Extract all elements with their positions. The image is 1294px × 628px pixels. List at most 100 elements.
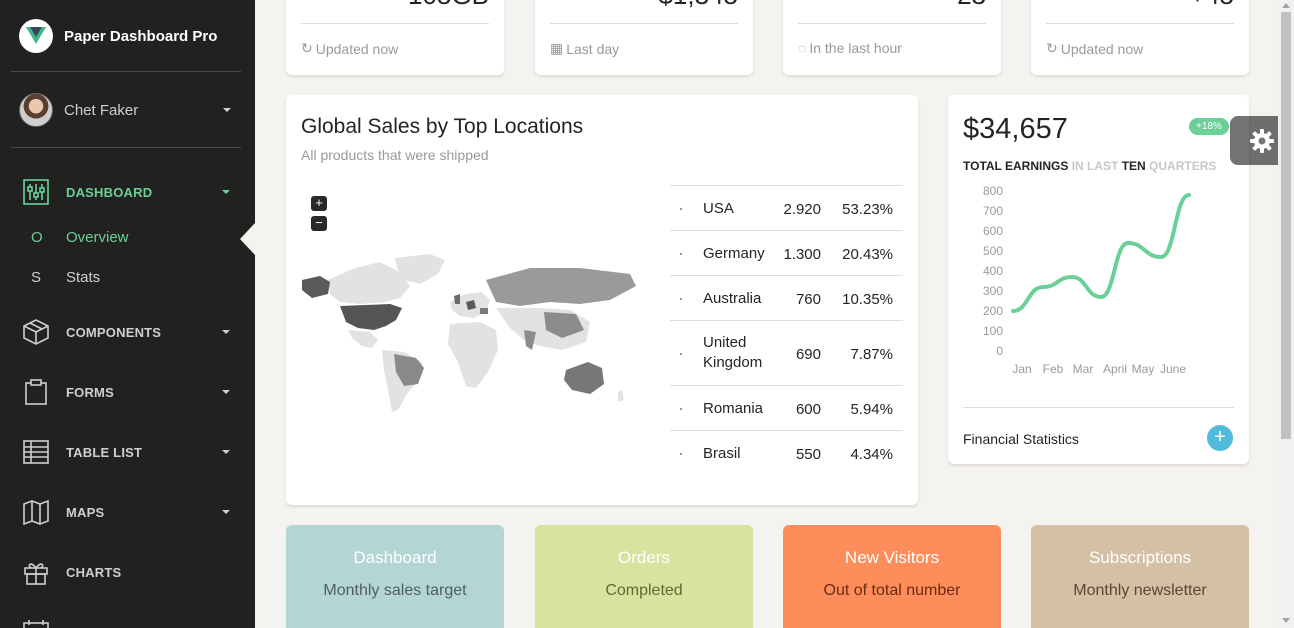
chevron-down-icon (222, 390, 230, 394)
sidebar-subitem-stats[interactable]: S Stats (31, 269, 100, 286)
stat-footer-text: Updated now (315, 40, 399, 57)
stat-card-revenue: $1,345 ▦Last day (535, 0, 753, 75)
earnings-label-part: QUARTERS (1149, 159, 1217, 173)
refresh-icon: ↻ (301, 40, 313, 56)
divider (963, 407, 1234, 408)
card-title: Orders (618, 548, 670, 567)
new-visitors-card[interactable]: New Visitors Out of total number (783, 525, 1001, 628)
stat-card-errors: 23 ◌In the last hour (783, 0, 1001, 75)
map-region-africa (448, 322, 498, 388)
sidebar-subitem-label: Stats (66, 269, 101, 286)
x-tick-label: Mar (1073, 362, 1094, 376)
y-tick-label: 800 (983, 184, 1003, 198)
card-title: Dashboard (353, 548, 437, 567)
sidebar-item-label: CHARTS (66, 564, 122, 580)
stat-footer: ↻ Updated now (1046, 40, 1143, 57)
sidebar-item-label: TABLE LIST (66, 444, 143, 460)
sidebar-item-table-list[interactable]: TABLE LIST (23, 437, 237, 467)
stat-value: 105GB (408, 0, 489, 11)
card-subtitle: Monthly sales target (323, 582, 467, 599)
sidebar-subitem-mini: O (31, 229, 43, 246)
stat-value: +45 (1190, 0, 1234, 11)
map-region-alaska (302, 276, 330, 298)
flag-icon (680, 208, 682, 210)
map-region-australia (564, 362, 604, 394)
brand-logo[interactable]: Paper Dashboard Pro (19, 19, 217, 53)
country-percent: 53.23% (842, 200, 893, 218)
table-row: Germany 1.300 20.43% (670, 230, 903, 275)
country-count: 760 (795, 290, 821, 308)
scroll-down-icon[interactable] (1282, 618, 1290, 623)
stat-footer: ▦ Last day (550, 40, 619, 57)
table-row: United Kingdom 690 7.87% (670, 320, 903, 385)
country-count: 690 (795, 345, 821, 363)
brand-name: Paper Dashboard Pro (64, 27, 218, 45)
sidebar-item-label: FORMS (66, 384, 114, 400)
clipboard-icon (23, 379, 49, 405)
country-name: Brasil (703, 445, 741, 462)
table-row: Australia 760 10.35% (670, 275, 903, 320)
y-tick-label: 300 (983, 284, 1003, 298)
stat-card-capacity: 105GB ↻Updated now (286, 0, 504, 75)
financial-statistics-label: Financial Statistics (963, 431, 1079, 447)
earnings-label: TOTAL EARNINGS IN LAST TEN QUARTERS (963, 159, 1216, 173)
map-icon (23, 499, 49, 525)
x-tick-label: April (1103, 362, 1127, 376)
earnings-series-line (1011, 193, 1191, 313)
sidebar-item-components[interactable]: COMPONENTS (23, 317, 237, 347)
zoom-out-button[interactable]: − (311, 216, 327, 231)
user-name: Chet Faker (64, 101, 139, 119)
sidebar-item-label: DASHBOARD (66, 184, 153, 200)
sidebar-item-partial[interactable] (23, 617, 237, 628)
sliders-icon (23, 179, 49, 205)
country-percent: 7.87% (850, 345, 893, 363)
earnings-label-part: IN LAST (1071, 159, 1119, 173)
locations-table: USA 2.920 53.23% Germany 1.300 20.43% Australi… (670, 185, 903, 475)
scroll-thumb[interactable] (1281, 12, 1291, 439)
x-tick-label: June (1160, 362, 1186, 376)
dashboard-card[interactable]: Dashboard Monthly sales target (286, 525, 504, 628)
country-count: 2.920 (783, 200, 821, 218)
divider (1046, 23, 1234, 24)
country-percent: 4.34% (850, 445, 893, 463)
table-row: Brasil 550 4.34% (670, 430, 903, 475)
sidebar-item-maps[interactable]: MAPS (23, 497, 237, 527)
sidebar-subitem-label: Overview (66, 229, 129, 246)
stat-footer-text: In the last hour (809, 40, 902, 56)
stat-footer-text: Updated now (1060, 40, 1144, 57)
card-title: Global Sales by Top Locations (301, 115, 584, 138)
sidebar-item-forms[interactable]: FORMS (23, 377, 237, 407)
sidebar-subitem-overview[interactable]: O Overview (31, 229, 129, 246)
flag-icon (680, 253, 682, 255)
country-name: Germany (703, 245, 765, 262)
orders-card[interactable]: Orders Completed (535, 525, 753, 628)
sidebar-item-charts[interactable]: CHARTS (23, 557, 237, 587)
calendar-icon: ▦ (550, 40, 564, 56)
world-map[interactable] (300, 250, 640, 420)
table-row: USA 2.920 53.23% (670, 185, 903, 230)
flag-icon (680, 408, 682, 410)
country-name: United Kingdom (703, 334, 763, 371)
global-sales-card: Global Sales by Top Locations All produc… (286, 95, 918, 505)
sidebar-item-dashboard[interactable]: DASHBOARD (23, 177, 237, 207)
calendar-icon (23, 619, 49, 628)
table-icon (23, 439, 49, 465)
y-tick-label: 0 (996, 344, 1003, 358)
subscriptions-card[interactable]: Subscriptions Monthly newsletter (1031, 525, 1249, 628)
x-tick-label: Jan (1012, 362, 1031, 376)
page-scrollbar[interactable] (1278, 0, 1294, 628)
y-tick-label: 700 (983, 204, 1003, 218)
scroll-up-icon[interactable] (1282, 3, 1290, 8)
user-menu[interactable]: Chet Faker (19, 93, 241, 127)
add-button[interactable]: + (1207, 425, 1233, 451)
card-subtitle: Monthly newsletter (1073, 582, 1207, 599)
flag-icon (680, 353, 682, 355)
zoom-in-button[interactable]: + (311, 196, 327, 211)
card-title: New Visitors (844, 548, 940, 567)
earnings-label-part: TEN (1121, 159, 1146, 173)
stat-card-followers: +45 ↻Updated now (1031, 0, 1249, 75)
earnings-value: $34,657 (963, 113, 1068, 145)
chevron-down-icon (222, 190, 230, 194)
sidebar-item-label: MAPS (66, 504, 105, 520)
sidebar-item-label: COMPONENTS (66, 324, 162, 340)
